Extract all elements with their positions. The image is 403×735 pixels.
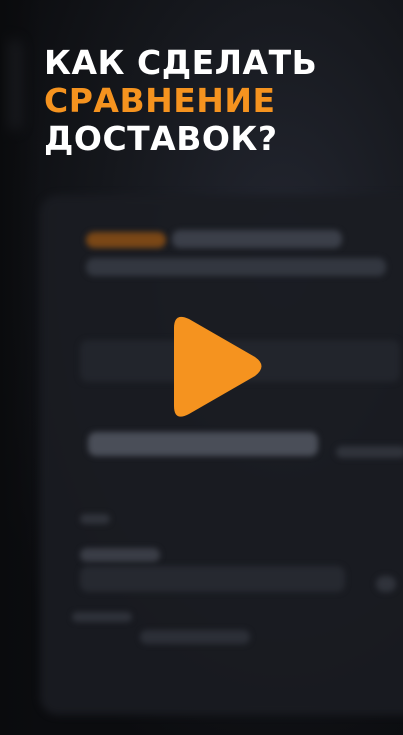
background-blur-bar bbox=[80, 566, 345, 592]
background-blur-bar bbox=[376, 576, 396, 592]
background-blur-bar bbox=[86, 258, 386, 276]
background-blur-bar bbox=[86, 232, 166, 248]
video-title: КАК СДЕЛАТЬ СРАВНЕНИЕ ДОСТАВОК? bbox=[44, 44, 317, 158]
background-blur-bar bbox=[88, 432, 318, 456]
background-blur-bar bbox=[80, 514, 110, 524]
title-line-1: КАК СДЕЛАТЬ bbox=[44, 43, 318, 82]
title-line-3: ДОСТАВОК? bbox=[44, 119, 278, 158]
background-blur-bar bbox=[172, 230, 342, 248]
background-blur-bar bbox=[140, 630, 250, 644]
video-thumbnail[interactable]: КАК СДЕЛАТЬ СРАВНЕНИЕ ДОСТАВОК? bbox=[0, 0, 403, 735]
background-blur-bar bbox=[336, 446, 403, 458]
title-line-2: СРАВНЕНИЕ bbox=[44, 81, 276, 120]
background-blur-bar bbox=[80, 548, 160, 562]
play-icon bbox=[174, 316, 262, 417]
play-button[interactable] bbox=[152, 310, 268, 426]
background-vignette bbox=[0, 0, 40, 735]
background-blur-bar bbox=[72, 612, 132, 622]
